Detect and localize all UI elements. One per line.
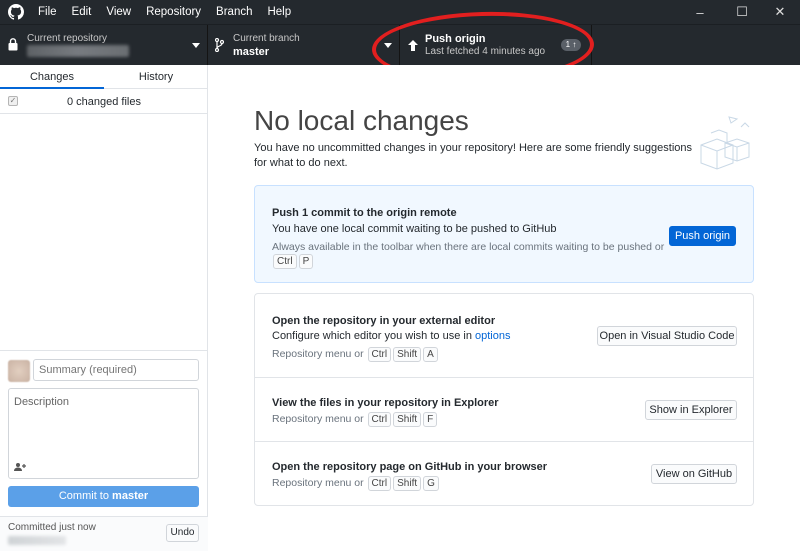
menu-file[interactable]: File [38, 6, 57, 18]
undo-button[interactable]: Undo [166, 524, 199, 542]
repository-name-redacted [27, 45, 129, 57]
show-in-explorer-button[interactable]: Show in Explorer [645, 400, 737, 420]
kbd-key: G [423, 476, 439, 491]
branch-icon [215, 38, 224, 52]
menu-bar: File Edit View Repository Branch Help [38, 0, 306, 24]
summary-input[interactable] [33, 359, 199, 381]
view-on-github-button[interactable]: View on GitHub [651, 464, 737, 484]
title-bar: File Edit View Repository Branch Help – … [0, 0, 800, 24]
explorer-row-title: View the files in your repository in Exp… [272, 397, 499, 409]
lock-icon [8, 38, 18, 51]
push-card-hint: Always available in the toolbar when the… [272, 241, 665, 253]
push-card-description: You have one local commit waiting to be … [272, 223, 557, 235]
add-coauthor-icon[interactable] [14, 462, 26, 472]
description-placeholder: Description [14, 396, 70, 408]
hint-text: Repository menu or [272, 413, 364, 425]
suggestions-card: Open the repository in your external edi… [254, 293, 754, 506]
kbd-key: P [298, 254, 314, 269]
kbd-key: Ctrl [273, 254, 297, 269]
menu-view[interactable]: View [106, 6, 131, 18]
editor-row-hint: Repository menu or Ctrl Shift A [272, 347, 439, 362]
editor-row-desc-text: Configure which editor you wish to use i… [272, 330, 472, 342]
current-branch-label: Current branch [233, 33, 300, 44]
hint-text: Repository menu or [272, 477, 364, 489]
push-card-title: Push 1 commit to the origin remote [272, 207, 457, 219]
push-card-shortcut: Ctrl P [272, 254, 314, 269]
intro-text: You have no uncommitted changes in your … [254, 142, 693, 169]
avatar [8, 360, 30, 382]
push-suggestion-card: Push 1 commit to the origin remote You h… [254, 185, 754, 283]
kbd-key: F [423, 412, 438, 427]
hint-text: Repository menu or [272, 348, 364, 360]
github-logo-icon [8, 4, 24, 20]
last-commit-bar: Committed just now Undo [0, 516, 208, 551]
github-row-hint: Repository menu or Ctrl Shift G [272, 476, 440, 491]
current-branch-dropdown[interactable]: Current branch master [208, 25, 400, 65]
menu-help[interactable]: Help [267, 6, 291, 18]
kbd-key: Shift [393, 347, 422, 362]
tab-changes[interactable]: Changes [0, 65, 104, 89]
minimize-button[interactable]: – [680, 0, 720, 24]
commit-button-label: Commit to [58, 490, 109, 502]
arrow-up-icon [408, 40, 418, 51]
kbd-key: Shift [393, 412, 422, 427]
current-branch-name: master [233, 46, 270, 58]
editor-row-description: Configure which editor you wish to use i… [272, 330, 511, 342]
current-repository-dropdown[interactable]: Current repository [0, 25, 208, 65]
open-in-editor-button[interactable]: Open in Visual Studio Code [597, 326, 737, 346]
push-origin-title: Push origin [425, 33, 486, 45]
tab-history[interactable]: History [104, 65, 208, 89]
chevron-down-icon [192, 43, 200, 48]
toolbar: Current repository Current branch master… [0, 24, 800, 65]
explorer-row-hint: Repository menu or Ctrl Shift F [272, 412, 438, 427]
commit-button[interactable]: Commit to master [8, 486, 199, 507]
kbd-key: Ctrl [367, 412, 392, 427]
commit-message-area: Description Commit to master Committed j… [0, 350, 208, 551]
menu-repository[interactable]: Repository [146, 6, 201, 18]
sidebar-tabs: Changes History [0, 65, 208, 89]
suggestion-external-editor: Open the repository in your external edi… [255, 294, 753, 377]
kbd-key: Ctrl [367, 347, 392, 362]
description-field[interactable]: Description [8, 388, 199, 479]
current-repository-label: Current repository [27, 33, 108, 44]
push-origin-card-button[interactable]: Push origin [669, 226, 736, 246]
main-content: No local changes You have no uncommitted… [209, 65, 800, 550]
last-fetched-text: Last fetched 4 minutes ago [425, 46, 546, 57]
changed-files-count: 0 changed files [67, 96, 141, 108]
changed-files-header: ✓ 0 changed files [0, 90, 208, 114]
github-row-title: Open the repository page on GitHub in yo… [272, 461, 548, 473]
suggestion-show-explorer: View the files in your repository in Exp… [255, 378, 753, 441]
maximize-button[interactable]: ☐ [722, 0, 762, 24]
commit-author-redacted [8, 536, 66, 545]
kbd-key: A [423, 347, 438, 362]
sidebar: Changes History ✓ 0 changed files Descri… [0, 65, 208, 551]
boxes-illustration-icon [700, 116, 750, 170]
options-link[interactable]: options [475, 330, 510, 342]
kbd-key: Ctrl [367, 476, 392, 491]
menu-branch[interactable]: Branch [216, 6, 252, 18]
commit-button-branch: master [112, 490, 149, 502]
menu-edit[interactable]: Edit [72, 6, 92, 18]
ahead-count-badge: 1 ↑ [561, 39, 581, 51]
chevron-down-icon [384, 43, 392, 48]
close-window-button[interactable]: ✕ [760, 0, 800, 24]
suggestion-view-github: Open the repository page on GitHub in yo… [255, 442, 753, 505]
page-title: No local changes [254, 105, 469, 136]
last-commit-text: Committed just now [8, 522, 96, 533]
editor-row-title: Open the repository in your external edi… [272, 315, 496, 327]
kbd-key: Shift [393, 476, 422, 491]
